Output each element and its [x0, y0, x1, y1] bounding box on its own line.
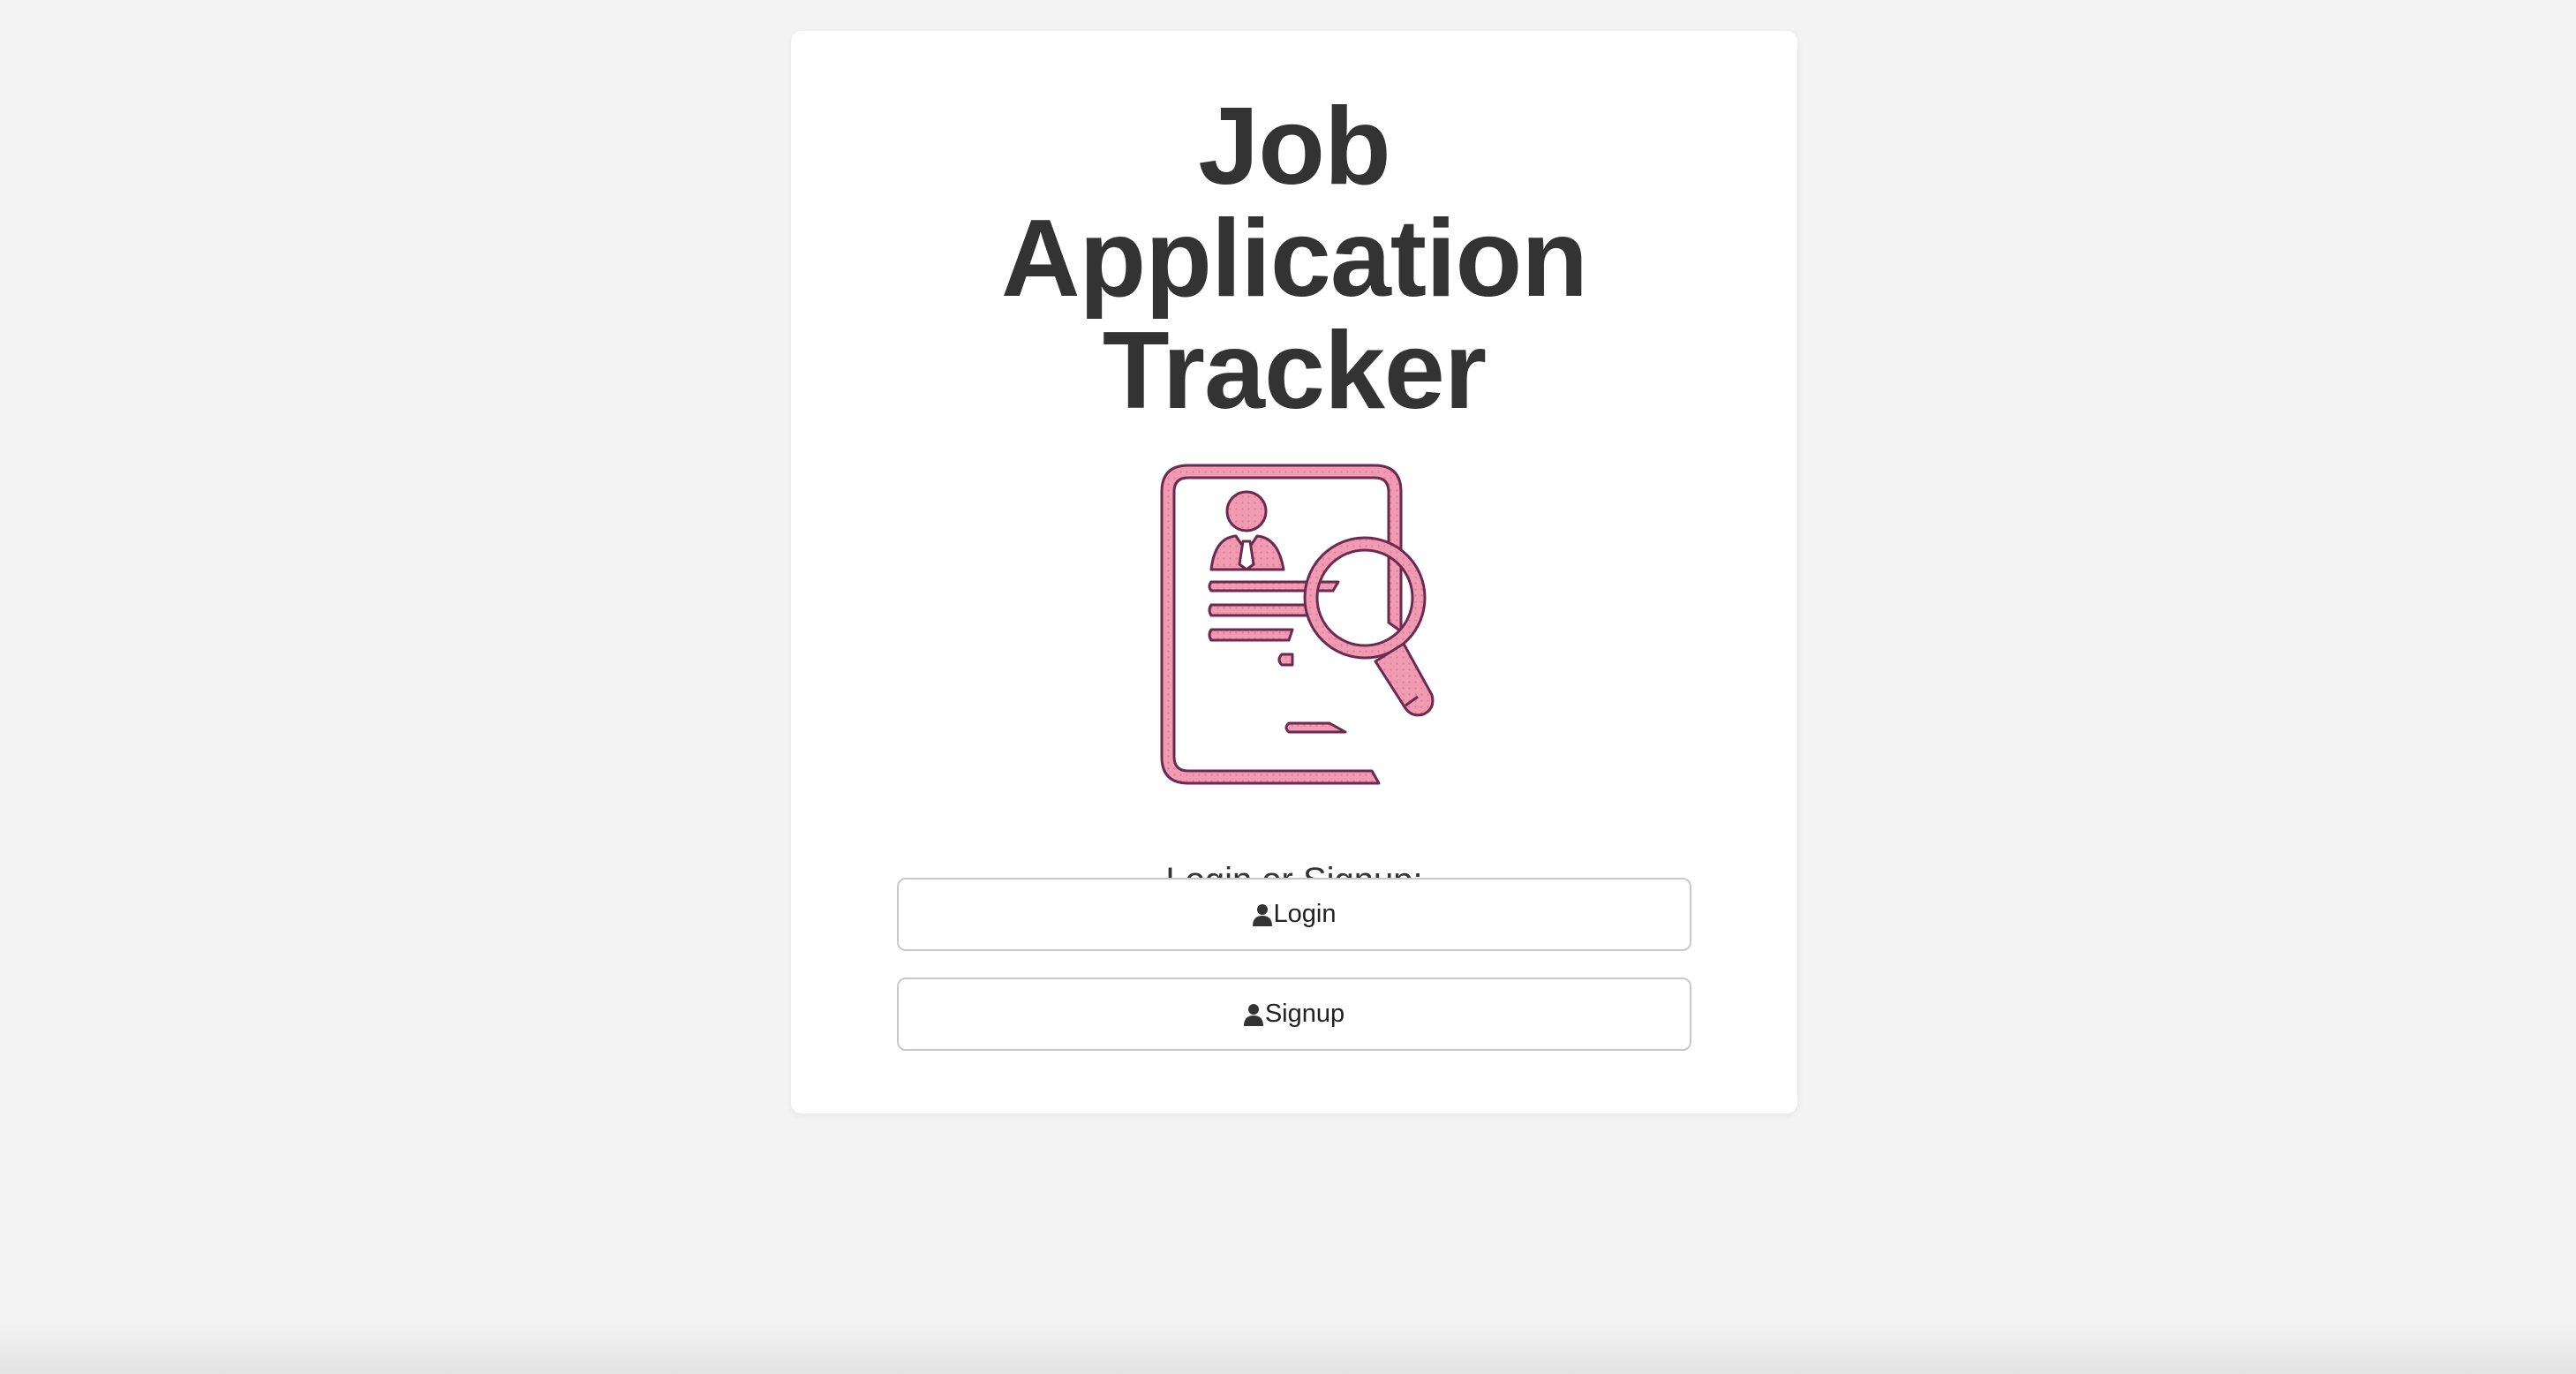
title-line-1: Job — [1198, 86, 1390, 208]
title-line-3: Tracker — [1102, 310, 1487, 432]
signup-button-label: Signup — [1264, 1000, 1345, 1028]
user-icon — [1243, 1003, 1263, 1026]
login-card: Job Application Tracker Login Signup — [791, 31, 1797, 1114]
resume-search-icon — [1153, 457, 1435, 801]
login-button[interactable]: Login — [897, 878, 1691, 951]
bottom-shadow — [0, 1321, 2576, 1374]
login-button-label: Login — [1273, 900, 1337, 928]
title-line-2: Application — [1000, 198, 1588, 320]
user-icon — [1252, 903, 1272, 926]
page-title: Job Application Tracker — [791, 91, 1797, 427]
signup-button[interactable]: Signup — [897, 978, 1691, 1051]
